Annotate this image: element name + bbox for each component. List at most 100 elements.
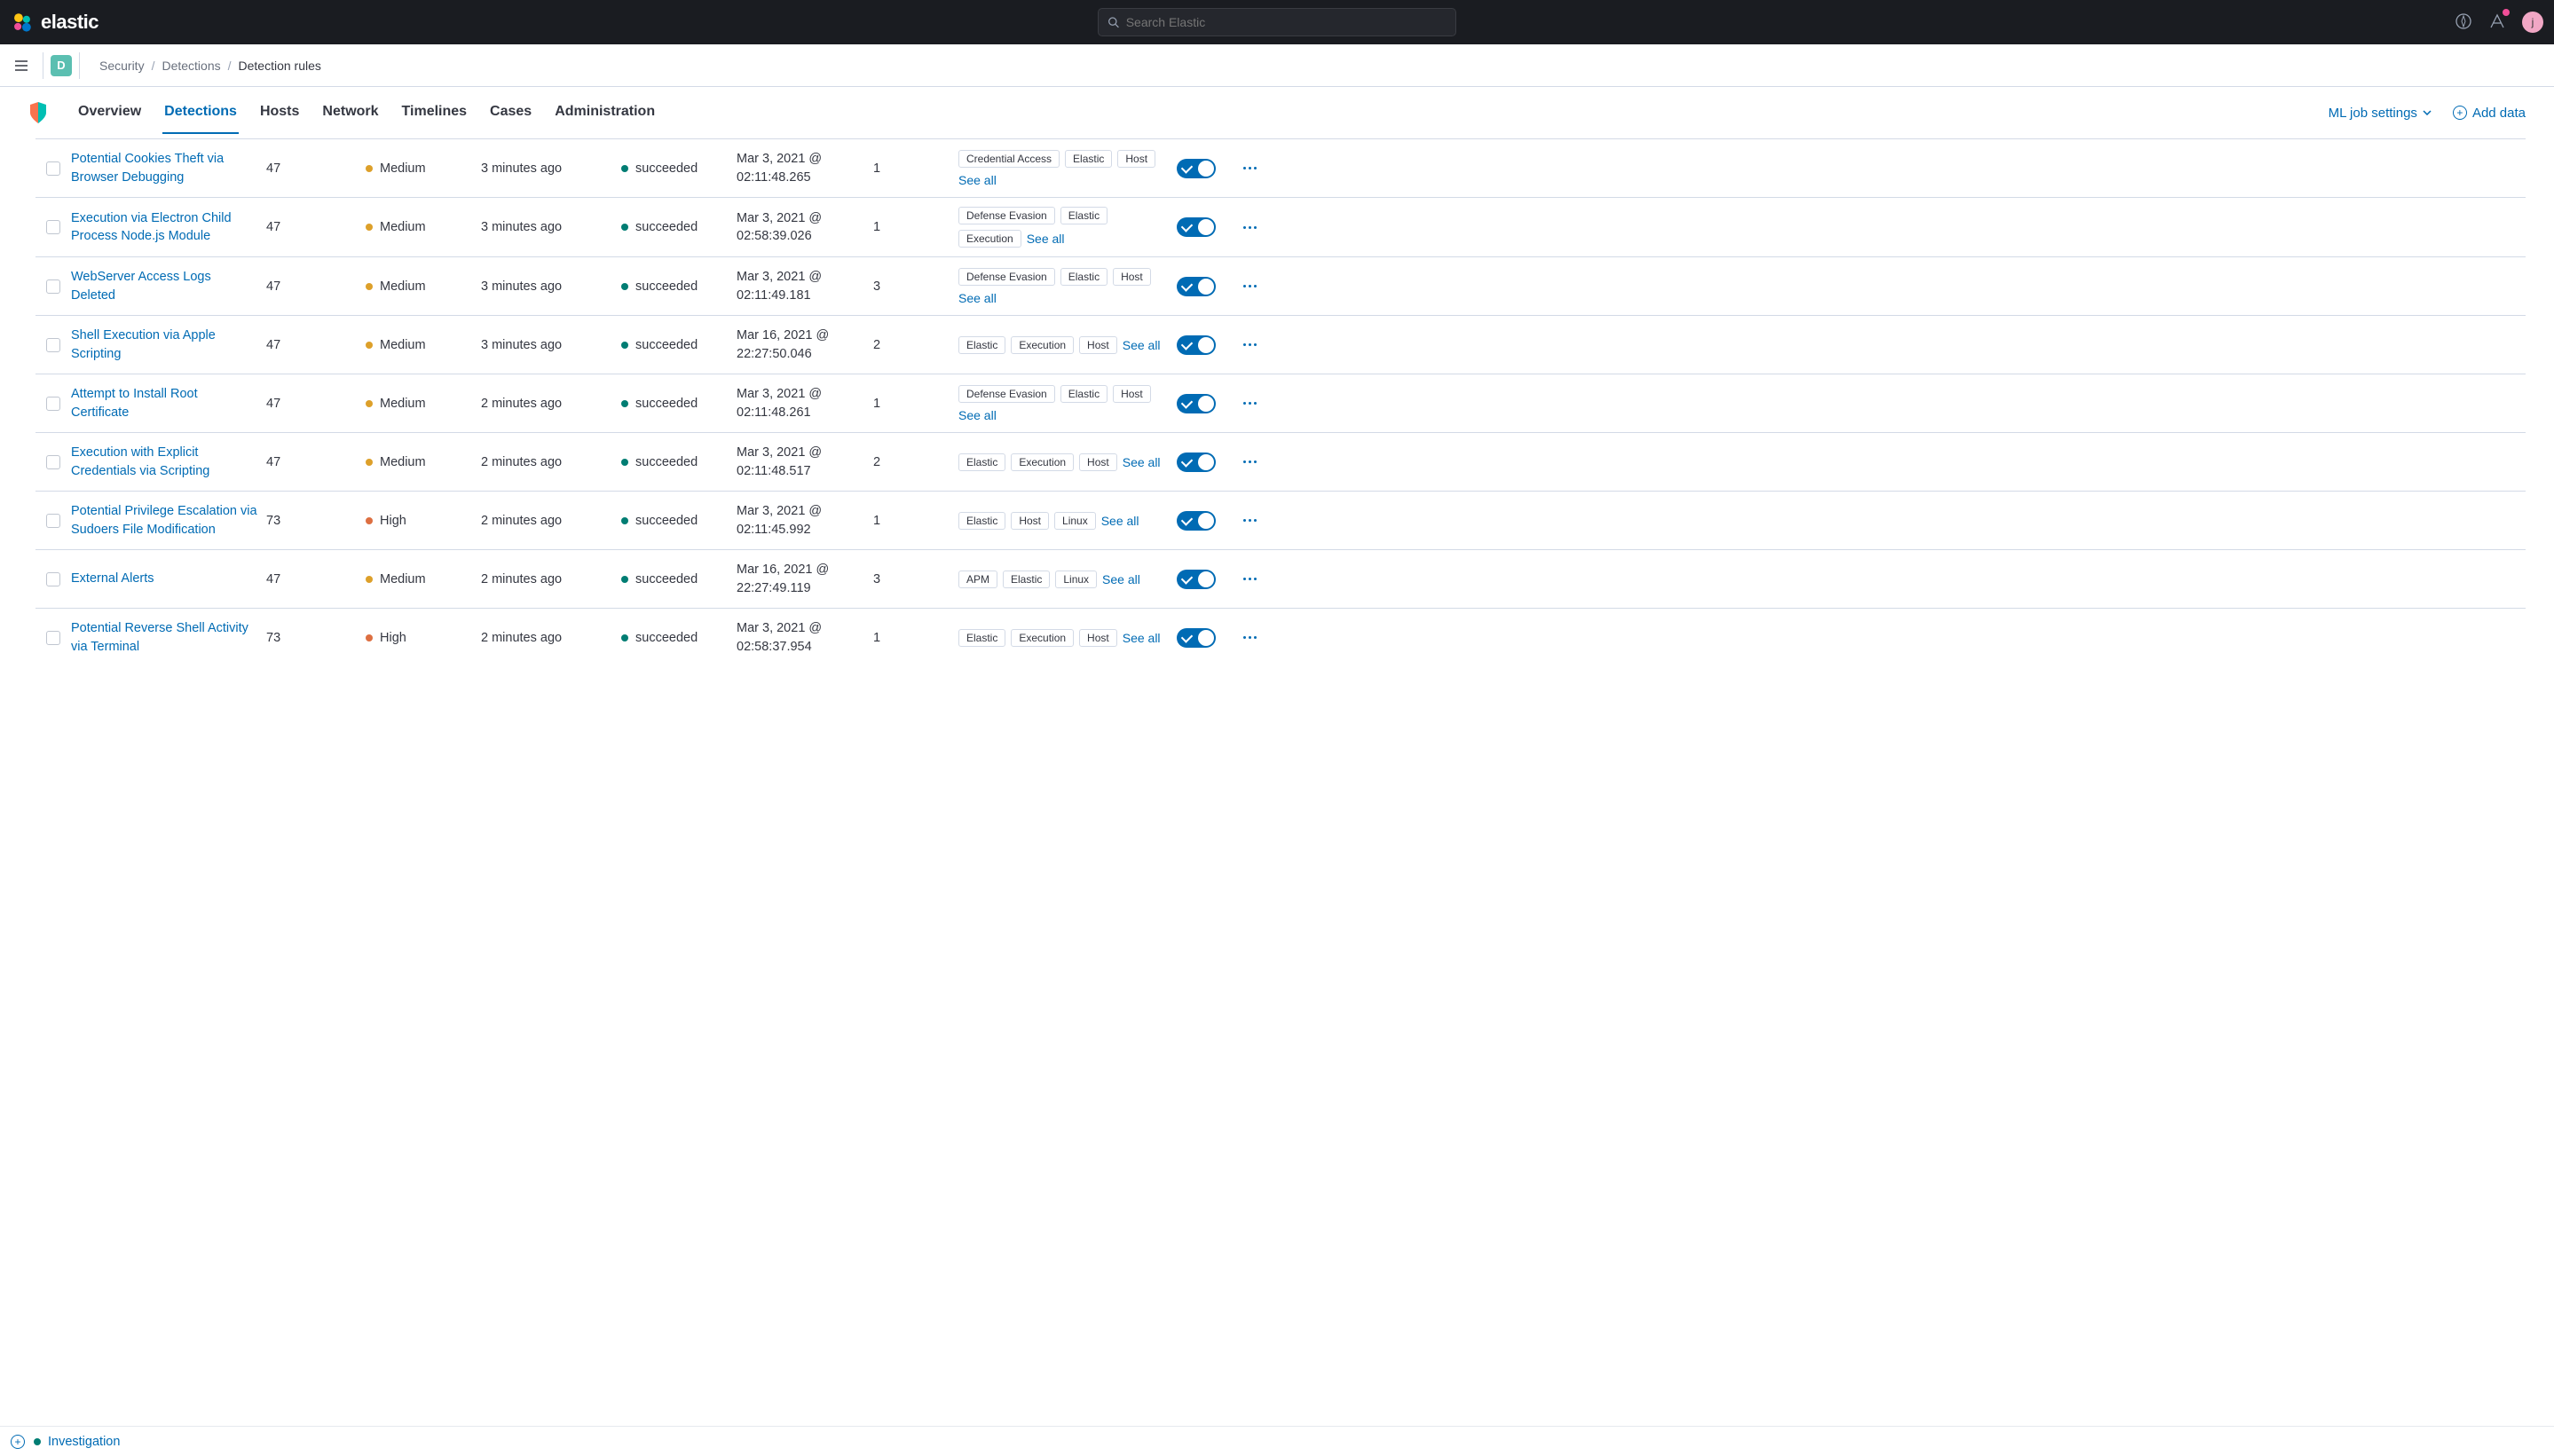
newsfeed-icon[interactable]	[2488, 12, 2506, 33]
nav-tab-network[interactable]: Network	[320, 91, 380, 134]
table-row: Potential Reverse Shell Activity via Ter…	[35, 608, 2526, 666]
row-actions-menu[interactable]	[1243, 226, 1257, 229]
see-all-link[interactable]: See all	[1027, 232, 1065, 246]
nav-tab-overview[interactable]: Overview	[76, 91, 143, 134]
row-checkbox[interactable]	[46, 397, 60, 411]
rule-name-link[interactable]: Attempt to Install Root Certificate	[71, 387, 198, 419]
elastic-logo[interactable]: elastic	[11, 11, 99, 34]
rule-name-link[interactable]: External Alerts	[71, 571, 154, 586]
row-checkbox[interactable]	[46, 572, 60, 586]
elastic-logo-icon	[11, 11, 34, 34]
risk-score: 47	[266, 279, 366, 294]
rule-name-link[interactable]: Potential Reverse Shell Activity via Ter…	[71, 621, 248, 653]
add-data-button[interactable]: + Add data	[2453, 106, 2526, 121]
plus-circle-icon[interactable]: +	[11, 1435, 25, 1449]
elastic-logo-text: elastic	[41, 11, 99, 34]
row-actions-menu[interactable]	[1243, 460, 1257, 463]
enable-toggle[interactable]	[1177, 217, 1216, 237]
nav-tab-timelines[interactable]: Timelines	[400, 91, 469, 134]
row-checkbox[interactable]	[46, 279, 60, 294]
row-actions-menu[interactable]	[1243, 285, 1257, 287]
row-actions-menu[interactable]	[1243, 578, 1257, 580]
severity: High	[366, 514, 481, 528]
row-checkbox[interactable]	[46, 161, 60, 176]
nav-tab-hosts[interactable]: Hosts	[258, 91, 301, 134]
response: succeeded	[621, 161, 737, 176]
nav-tab-cases[interactable]: Cases	[488, 91, 533, 134]
rule-name-link[interactable]: Potential Cookies Theft via Browser Debu…	[71, 152, 224, 184]
tags: Credential AccessElasticHostSee all	[958, 150, 1161, 187]
row-actions-menu[interactable]	[1243, 636, 1257, 639]
last-run: 3 minutes ago	[481, 279, 621, 294]
tag: Elastic	[958, 512, 1005, 530]
rule-name-link[interactable]: Execution via Electron Child Process Nod…	[71, 211, 232, 243]
breadcrumb-bar: D Security / Detections / Detection rule…	[0, 44, 2554, 87]
last-run: 3 minutes ago	[481, 338, 621, 352]
enable-toggle[interactable]	[1177, 511, 1216, 531]
enable-toggle[interactable]	[1177, 628, 1216, 648]
see-all-link[interactable]: See all	[1123, 338, 1161, 352]
tags: APMElasticLinuxSee all	[958, 571, 1161, 588]
rule-name-link[interactable]: WebServer Access Logs Deleted	[71, 270, 211, 302]
row-checkbox[interactable]	[46, 338, 60, 352]
risk-score: 47	[266, 338, 366, 352]
see-all-link[interactable]: See all	[1123, 455, 1161, 469]
row-checkbox[interactable]	[46, 514, 60, 528]
row-actions-menu[interactable]	[1243, 402, 1257, 405]
see-all-link[interactable]: See all	[958, 291, 997, 305]
header-right: j	[2455, 12, 2543, 33]
tag: Elastic	[1060, 385, 1108, 403]
enable-toggle[interactable]	[1177, 570, 1216, 589]
response: succeeded	[621, 220, 737, 234]
search-box[interactable]	[1098, 8, 1456, 36]
enable-toggle[interactable]	[1177, 159, 1216, 178]
row-actions-menu[interactable]	[1243, 519, 1257, 522]
ml-job-settings[interactable]: ML job settings	[2329, 106, 2432, 121]
see-all-link[interactable]: See all	[1102, 572, 1140, 586]
compass-icon[interactable]	[2455, 12, 2472, 33]
risk-score: 73	[266, 631, 366, 645]
enable-toggle[interactable]	[1177, 453, 1216, 472]
see-all-link[interactable]: See all	[958, 173, 997, 187]
nav-tab-detections[interactable]: Detections	[162, 91, 239, 134]
updated: Mar 16, 2021 @ 22:27:50.046	[737, 327, 873, 363]
row-actions-menu[interactable]	[1243, 167, 1257, 169]
severity-dot	[366, 165, 373, 172]
breadcrumb-link[interactable]: Detections	[162, 59, 220, 73]
avatar[interactable]: j	[2522, 12, 2543, 33]
breadcrumb-link[interactable]: Security	[99, 59, 145, 73]
tag: Elastic	[1003, 571, 1050, 588]
status-dot	[621, 517, 628, 524]
footer-investigation[interactable]: Investigation	[34, 1435, 120, 1449]
enable-toggle[interactable]	[1177, 394, 1216, 413]
nav-tab-administration[interactable]: Administration	[553, 91, 657, 134]
rule-name-link[interactable]: Shell Execution via Apple Scripting	[71, 328, 216, 360]
row-checkbox[interactable]	[46, 220, 60, 234]
rule-name-link[interactable]: Potential Privilege Escalation via Sudoe…	[71, 504, 257, 536]
search-input[interactable]	[1126, 15, 1446, 29]
version: 1	[873, 631, 958, 645]
row-checkbox[interactable]	[46, 631, 60, 645]
space-badge[interactable]: D	[51, 55, 72, 76]
enable-toggle[interactable]	[1177, 277, 1216, 296]
status-dot	[621, 459, 628, 466]
see-all-link[interactable]: See all	[958, 408, 997, 422]
see-all-link[interactable]: See all	[1101, 514, 1139, 528]
row-actions-menu[interactable]	[1243, 343, 1257, 346]
severity-dot	[366, 224, 373, 231]
hamburger-menu[interactable]	[7, 51, 35, 80]
row-checkbox[interactable]	[46, 455, 60, 469]
divider	[79, 52, 80, 79]
rule-name-link[interactable]: Execution with Explicit Credentials via …	[71, 445, 209, 477]
enable-toggle[interactable]	[1177, 335, 1216, 355]
see-all-link[interactable]: See all	[1123, 631, 1161, 645]
tag: Execution	[1011, 453, 1074, 471]
tag: Host	[1011, 512, 1049, 530]
tag: Elastic	[1060, 268, 1108, 286]
response: succeeded	[621, 514, 737, 528]
footer-label: Investigation	[48, 1435, 120, 1449]
table-row: Shell Execution via Apple Scripting47Med…	[35, 315, 2526, 374]
tag: Elastic	[958, 336, 1005, 354]
top-header: elastic j	[0, 0, 2554, 44]
response: succeeded	[621, 455, 737, 469]
